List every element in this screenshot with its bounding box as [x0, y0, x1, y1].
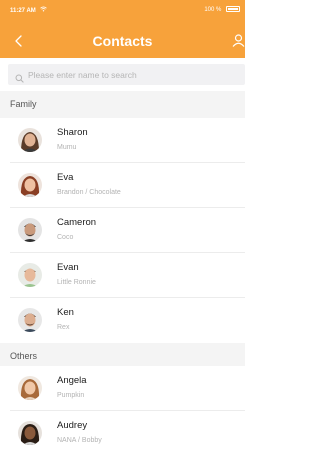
page-title: Contacts: [92, 33, 153, 49]
contact-nickname: Rex: [57, 324, 70, 331]
avatar: [18, 128, 42, 152]
search-input[interactable]: [28, 64, 243, 85]
contact-name: Evan: [57, 262, 79, 273]
section-header-family: Family: [0, 91, 245, 118]
contact-name: Sharon: [57, 127, 88, 138]
contact-row[interactable]: Audrey NANA / Bobby: [0, 411, 245, 453]
contact-name: Angela: [57, 375, 87, 386]
contact-name: Cameron: [57, 217, 97, 228]
search-bar: [0, 58, 245, 91]
contact-nickname: Pumpkin: [57, 392, 85, 399]
wifi-icon: [40, 6, 48, 14]
avatar: [18, 308, 42, 332]
contact-nickname: Brandon / Chocolate: [57, 189, 121, 196]
status-time: 11:27 AM: [10, 8, 36, 14]
avatar: [18, 218, 42, 242]
contact-row[interactable]: Angela Pumpkin: [0, 366, 245, 411]
avatar: [18, 376, 42, 400]
contact-row[interactable]: Sharon Mumu: [0, 118, 245, 163]
status-bar: 11:27 AM 100 %: [0, 0, 245, 20]
battery-icon: [226, 6, 240, 12]
contact-nickname: NANA / Bobby: [57, 437, 102, 444]
contact-row[interactable]: Evan Little Ronnie: [0, 253, 245, 298]
contact-row[interactable]: Cameron Coco: [0, 208, 245, 253]
contact-name: Ken: [57, 307, 74, 318]
contact-nickname: Little Ronnie: [57, 279, 96, 286]
contact-nickname: Coco: [57, 234, 74, 241]
nav-header: 11:27 AM 100 % Contacts: [0, 0, 245, 58]
contact-name: Audrey: [57, 420, 88, 431]
avatar: [18, 263, 42, 287]
user-icon[interactable]: [232, 34, 245, 47]
contact-nickname: Mumu: [57, 144, 77, 151]
contact-name: Eva: [57, 172, 74, 183]
search-icon: [15, 70, 24, 83]
battery-level: 100 %: [204, 7, 222, 13]
avatar: [18, 421, 42, 445]
avatar: [18, 173, 42, 197]
contact-row[interactable]: Ken Rex: [0, 298, 245, 343]
contact-row[interactable]: Eva Brandon / Chocolate: [0, 163, 245, 208]
search-box[interactable]: [8, 64, 245, 85]
